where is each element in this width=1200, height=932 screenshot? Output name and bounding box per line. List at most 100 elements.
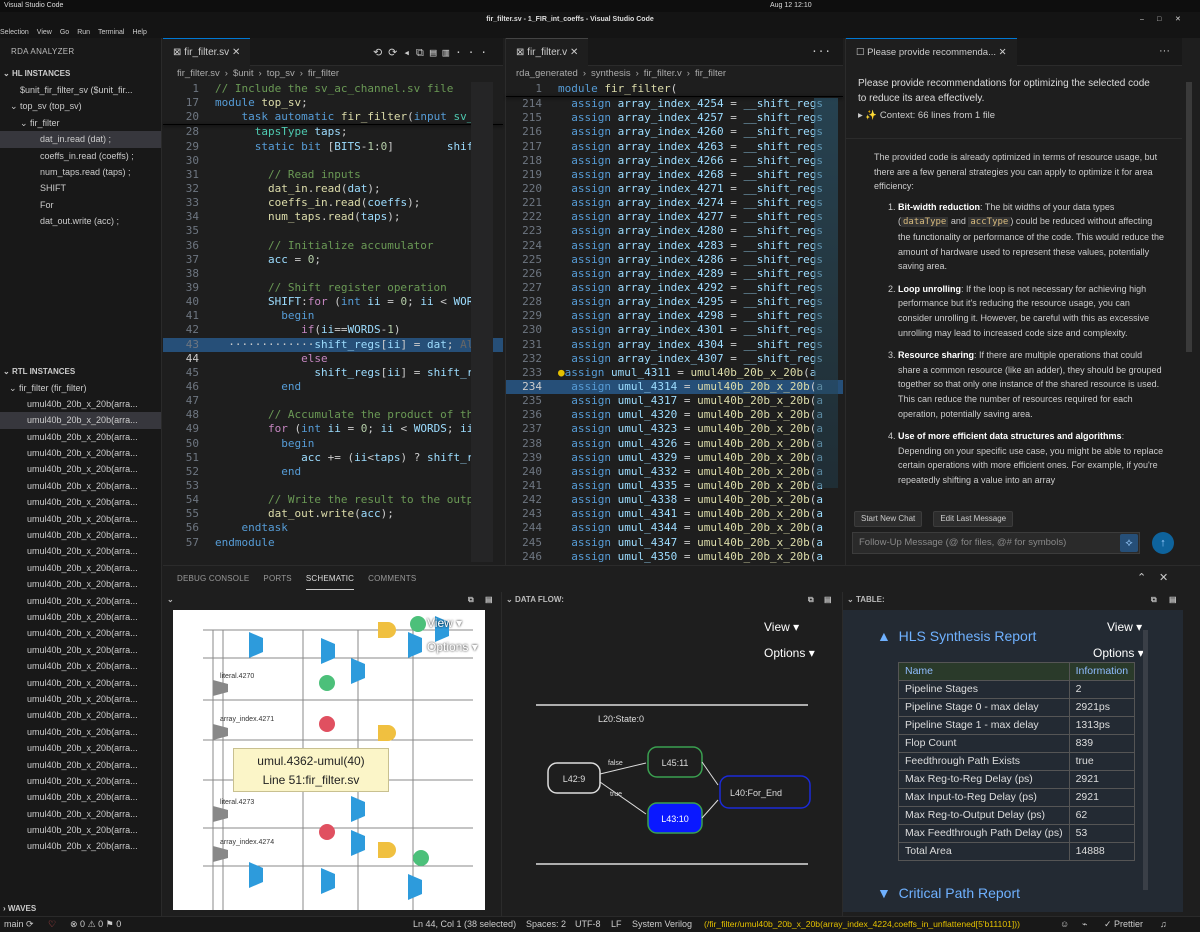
layout-icon[interactable]: ▤ (824, 592, 832, 608)
code-line[interactable]: 53 (163, 479, 503, 493)
maximize-panel-icon[interactable]: ⌃ (1137, 571, 1146, 584)
rtl-tree-item[interactable]: umul40b_20b_x_20b(arra... (0, 838, 161, 854)
rtl-tree-item[interactable]: umul40b_20b_x_20b(arra... (0, 445, 161, 461)
code-line[interactable]: 242 assign umul_4338 = umul40b_20b_x_20b… (506, 493, 843, 507)
hl-tree-item[interactable]: ⌄ fir_filter (0, 115, 161, 131)
end-of-line[interactable]: LF (611, 917, 622, 932)
panel-tab[interactable]: PORTS (263, 568, 291, 590)
code-line[interactable]: 218 assign array_index_4266 = __shift_re… (506, 154, 843, 168)
rtl-tree-item[interactable]: umul40b_20b_x_20b(arra... (0, 593, 161, 609)
code-line[interactable]: 41 begin (163, 309, 503, 323)
critical-path-toggle[interactable]: ▼ Critical Path Report (877, 885, 1020, 901)
problems-indicator[interactable]: ⊗ 0 ⚠ 0 ⚑ 0 (70, 917, 121, 932)
code-line[interactable]: 54 // Write the result to the outpu (163, 493, 503, 507)
sticky-scroll-line[interactable]: 1 // Include the sv_ac_channel.sv file (163, 82, 503, 97)
breadcrumb-item[interactable]: synthesis (591, 68, 631, 79)
hl-instances-header[interactable]: ⌄ HL INSTANCES (0, 66, 161, 82)
panel-tab[interactable]: DEBUG CONSOLE (177, 568, 249, 590)
code-line[interactable]: 36 // Initialize accumulator (163, 239, 503, 253)
code-area[interactable]: 1 // Include the sv_ac_channel.sv file 17 m… (163, 82, 503, 550)
prettier-status[interactable]: ✓ Prettier (1104, 917, 1143, 932)
schematic-options-menu[interactable]: Options ▾ (427, 640, 478, 654)
hl-tree-item[interactable]: ⌄ top_sv (top_sv) (0, 98, 161, 114)
copy-icon[interactable]: ⧉ (1151, 592, 1157, 608)
window-minimize-button[interactable]: – (1140, 12, 1144, 28)
table-options-menu[interactable]: Options ▾ (1093, 646, 1144, 660)
rtl-tree-item[interactable]: umul40b_20b_x_20b(arra... (0, 609, 161, 625)
breadcrumb-item[interactable]: top_sv (267, 68, 295, 79)
code-line[interactable]: 237 assign umul_4323 = umul40b_20b_x_20b… (506, 422, 843, 436)
sticky-scroll-line[interactable]: 1 module fir_filter( (506, 82, 843, 97)
copy-icon[interactable]: ⧉ (468, 592, 474, 608)
code-line[interactable]: 241 assign umul_4335 = umul40b_20b_x_20b… (506, 479, 843, 493)
broadcast-icon[interactable]: ⌁ (1082, 917, 1087, 932)
cursor-position[interactable]: Ln 44, Col 1 (38 selected) (413, 917, 516, 932)
sticky-scroll-line[interactable]: 17 module top_sv; (163, 96, 503, 111)
menu-item[interactable]: View (37, 29, 52, 36)
code-line[interactable]: 239 assign umul_4329 = umul40b_20b_x_20b… (506, 451, 843, 465)
rtl-tree-item[interactable]: umul40b_20b_x_20b(arra... (0, 396, 161, 412)
menu-item[interactable]: Run (77, 29, 90, 36)
hl-tree-item[interactable]: For (0, 197, 161, 213)
rtl-tree-item[interactable]: umul40b_20b_x_20b(arra... (0, 806, 161, 822)
code-line[interactable]: 232 assign array_index_4307 = __shift_re… (506, 352, 843, 366)
code-line[interactable]: 244 assign umul_4344 = umul40b_20b_x_20b… (506, 521, 843, 535)
code-line[interactable]: 39 // Shift register operation (163, 281, 503, 295)
table-view-menu[interactable]: View ▾ (1107, 620, 1142, 634)
rtl-tree-item[interactable]: umul40b_20b_x_20b(arra... (0, 740, 161, 756)
tab-chat[interactable]: ☐ Please provide recommenda... ✕ (846, 38, 1017, 66)
breadcrumb-item[interactable]: fir_filter (308, 68, 339, 79)
code-line[interactable]: 48 // Accumulate the product of th (163, 408, 503, 422)
code-line[interactable]: 231 assign array_index_4304 = __shift_re… (506, 338, 843, 352)
rtl-tree-item[interactable]: umul40b_20b_x_20b(arra... (0, 527, 161, 543)
rtl-tree-item[interactable]: umul40b_20b_x_20b(arra... (0, 494, 161, 510)
chat-scrollbar-track[interactable] (1182, 38, 1200, 565)
code-line[interactable]: 219 assign array_index_4268 = __shift_re… (506, 168, 843, 182)
hls-report-toggle[interactable]: ▲ HLS Synthesis Report (877, 628, 1036, 644)
code-line[interactable]: 57 endmodule (163, 536, 503, 550)
rtl-tree-item[interactable]: umul40b_20b_x_20b(arra... (0, 773, 161, 789)
panel-tab[interactable]: COMMENTS (368, 568, 416, 590)
code-line[interactable]: 29 static bit [BITS-1:0] shift_ (163, 140, 503, 154)
code-line[interactable]: 227 assign array_index_4292 = __shift_re… (506, 281, 843, 295)
code-line[interactable]: 229 assign array_index_4298 = __shift_re… (506, 309, 843, 323)
breadcrumb-item[interactable]: rda_generated (516, 68, 578, 79)
code-line[interactable]: 216 assign array_index_4260 = __shift_re… (506, 125, 843, 139)
code-line[interactable]: 226 assign array_index_4289 = __shift_re… (506, 267, 843, 281)
code-line[interactable]: 38 (163, 267, 503, 281)
start-new-chat-button[interactable]: Start New Chat (854, 511, 923, 527)
encoding[interactable]: UTF-8 (575, 917, 601, 932)
rtl-tree-item[interactable]: umul40b_20b_x_20b(arra... (0, 560, 161, 576)
language-mode[interactable]: System Verilog (632, 917, 692, 932)
code-line[interactable]: 51 acc += (ii<taps) ? shift_re (163, 451, 503, 465)
code-line[interactable]: 235 assign umul_4317 = umul40b_20b_x_20b… (506, 394, 843, 408)
layout-icon[interactable]: ▤ (1169, 592, 1177, 608)
code-line[interactable]: 44 else (163, 352, 503, 366)
waves-header[interactable]: › WAVES (0, 901, 161, 917)
code-line[interactable]: 230 assign array_index_4301 = __shift_re… (506, 323, 843, 337)
code-line[interactable]: 46 end (163, 380, 503, 394)
code-line[interactable]: 214 assign array_index_4254 = __shift_re… (506, 97, 843, 111)
code-line[interactable]: 236 assign umul_4320 = umul40b_20b_x_20b… (506, 408, 843, 422)
code-line[interactable]: 28 tapsType taps; (163, 125, 503, 139)
breadcrumb-item[interactable]: $unit (233, 68, 254, 79)
code-line[interactable]: 246 assign umul_4350 = umul40b_20b_x_20b… (506, 550, 843, 564)
follow-up-input[interactable]: Follow-Up Message (@ for files, @# for s… (852, 532, 1140, 554)
copilot-icon[interactable]: ☺ (1060, 917, 1069, 932)
notifications-icon[interactable]: ♫ (1160, 917, 1167, 932)
instance-path[interactable]: (/fir_filter/umul40b_20b_x_20b(array_ind… (704, 917, 1020, 932)
rtl-tree-item[interactable]: umul40b_20b_x_20b(arra... (0, 625, 161, 641)
heart-icon[interactable]: ♡ (48, 917, 56, 932)
code-line[interactable]: 52 end (163, 465, 503, 479)
panel-tab[interactable]: SCHEMATIC (305, 568, 355, 590)
window-close-button[interactable]: ✕ (1175, 12, 1181, 28)
code-line[interactable]: 56 endtask (163, 521, 503, 535)
code-line[interactable]: 220 assign array_index_4271 = __shift_re… (506, 182, 843, 196)
code-line[interactable]: 245 assign umul_4347 = umul40b_20b_x_20b… (506, 536, 843, 550)
code-line[interactable]: 240 assign umul_4332 = umul40b_20b_x_20b… (506, 465, 843, 479)
layout-icon[interactable]: ▤ (485, 592, 493, 608)
code-line[interactable]: 47 (163, 394, 503, 408)
menu-item[interactable]: Go (60, 29, 69, 36)
code-line[interactable]: 217 assign array_index_4263 = __shift_re… (506, 140, 843, 154)
edit-last-message-button[interactable]: Edit Last Message (933, 511, 1014, 527)
